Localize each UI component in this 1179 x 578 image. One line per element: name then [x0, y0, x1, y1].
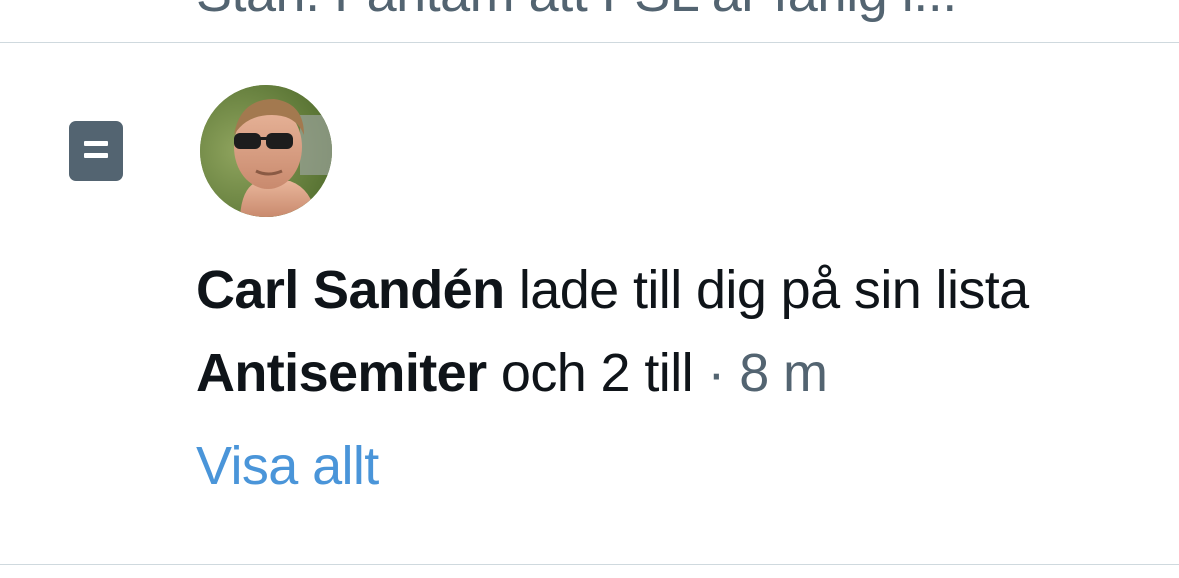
- timestamp: 8 m: [739, 343, 828, 403]
- notifications-view: Stan. Fantam att FSL är farlig i...: [0, 0, 1179, 578]
- list-icon: [69, 121, 123, 181]
- previous-notification-text[interactable]: Stan. Fantam att FSL är farlig i...: [196, 0, 1126, 24]
- show-all-link[interactable]: Visa allt: [196, 435, 379, 497]
- list-add-notification[interactable]: Carl Sandén lade till dig på sin lista A…: [0, 43, 1179, 564]
- separator: ·: [692, 343, 740, 403]
- others-text: och 2 till: [486, 343, 694, 403]
- avatar[interactable]: [200, 85, 332, 217]
- actor-name[interactable]: Carl Sandén: [196, 260, 505, 320]
- divider: [0, 564, 1179, 565]
- action-text: lade till dig på sin lista: [504, 260, 1029, 320]
- list-name[interactable]: Antisemiter: [196, 343, 487, 403]
- avatar-photo: [200, 85, 332, 217]
- notification-text: Carl Sandén lade till dig på sin lista A…: [196, 249, 1126, 415]
